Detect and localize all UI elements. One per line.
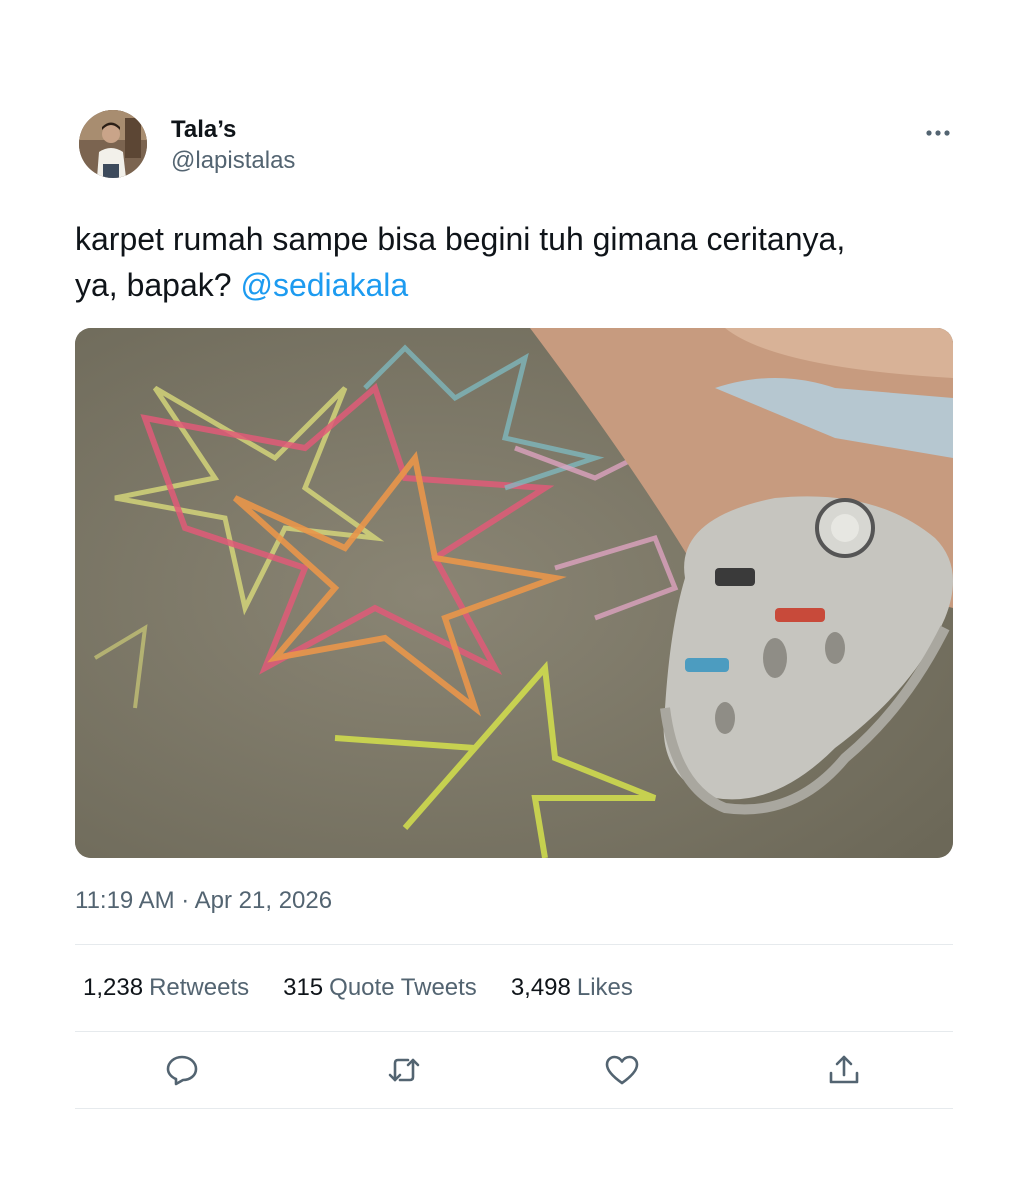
more-icon[interactable] — [923, 118, 953, 148]
divider — [75, 1108, 953, 1109]
share-icon[interactable] — [826, 1052, 862, 1088]
reply-icon[interactable] — [164, 1052, 200, 1088]
tweet-header: Tala’s @lapistalas — [75, 110, 953, 180]
tweet-photo[interactable] — [75, 328, 953, 858]
retweet-icon[interactable] — [386, 1052, 422, 1088]
tweet-text: karpet rumah sampe bisa begini tuh giman… — [75, 216, 875, 308]
quotes-stat[interactable]: 315 Quote Tweets — [283, 974, 477, 1002]
action-bar — [75, 1032, 953, 1108]
retweets-label: Retweets — [149, 974, 250, 1001]
timestamp[interactable]: 11:19 AM · Apr 21, 2026 — [75, 886, 953, 916]
tweet-time: 11:19 AM — [75, 887, 175, 914]
likes-stat[interactable]: 3,498 Likes — [511, 974, 633, 1002]
mention-link[interactable]: @sediakala — [240, 267, 408, 303]
tweet-card: Tala’s @lapistalas karpet rumah sampe bi… — [75, 110, 953, 1109]
avatar[interactable] — [79, 110, 147, 178]
handle[interactable]: @lapistalas — [171, 146, 295, 176]
tweet-date: Apr 21, 2026 — [194, 887, 333, 914]
retweets-count: 1,238 — [83, 974, 144, 1001]
quotes-label: Quote Tweets — [329, 974, 477, 1001]
tweet-body: karpet rumah sampe bisa begini tuh giman… — [75, 221, 846, 303]
engagement-stats: 1,238 Retweets 315 Quote Tweets 3,498 Likes — [75, 945, 953, 1031]
likes-count: 3,498 — [510, 974, 571, 1001]
like-icon[interactable] — [604, 1052, 640, 1088]
quotes-count: 315 — [283, 974, 324, 1001]
likes-label: Likes — [576, 974, 633, 1001]
retweets-stat[interactable]: 1,238 Retweets — [83, 974, 249, 1002]
display-name[interactable]: Tala’s — [171, 116, 295, 144]
timestamp-separator: · — [181, 887, 190, 914]
author-names: Tala’s @lapistalas — [171, 116, 295, 176]
